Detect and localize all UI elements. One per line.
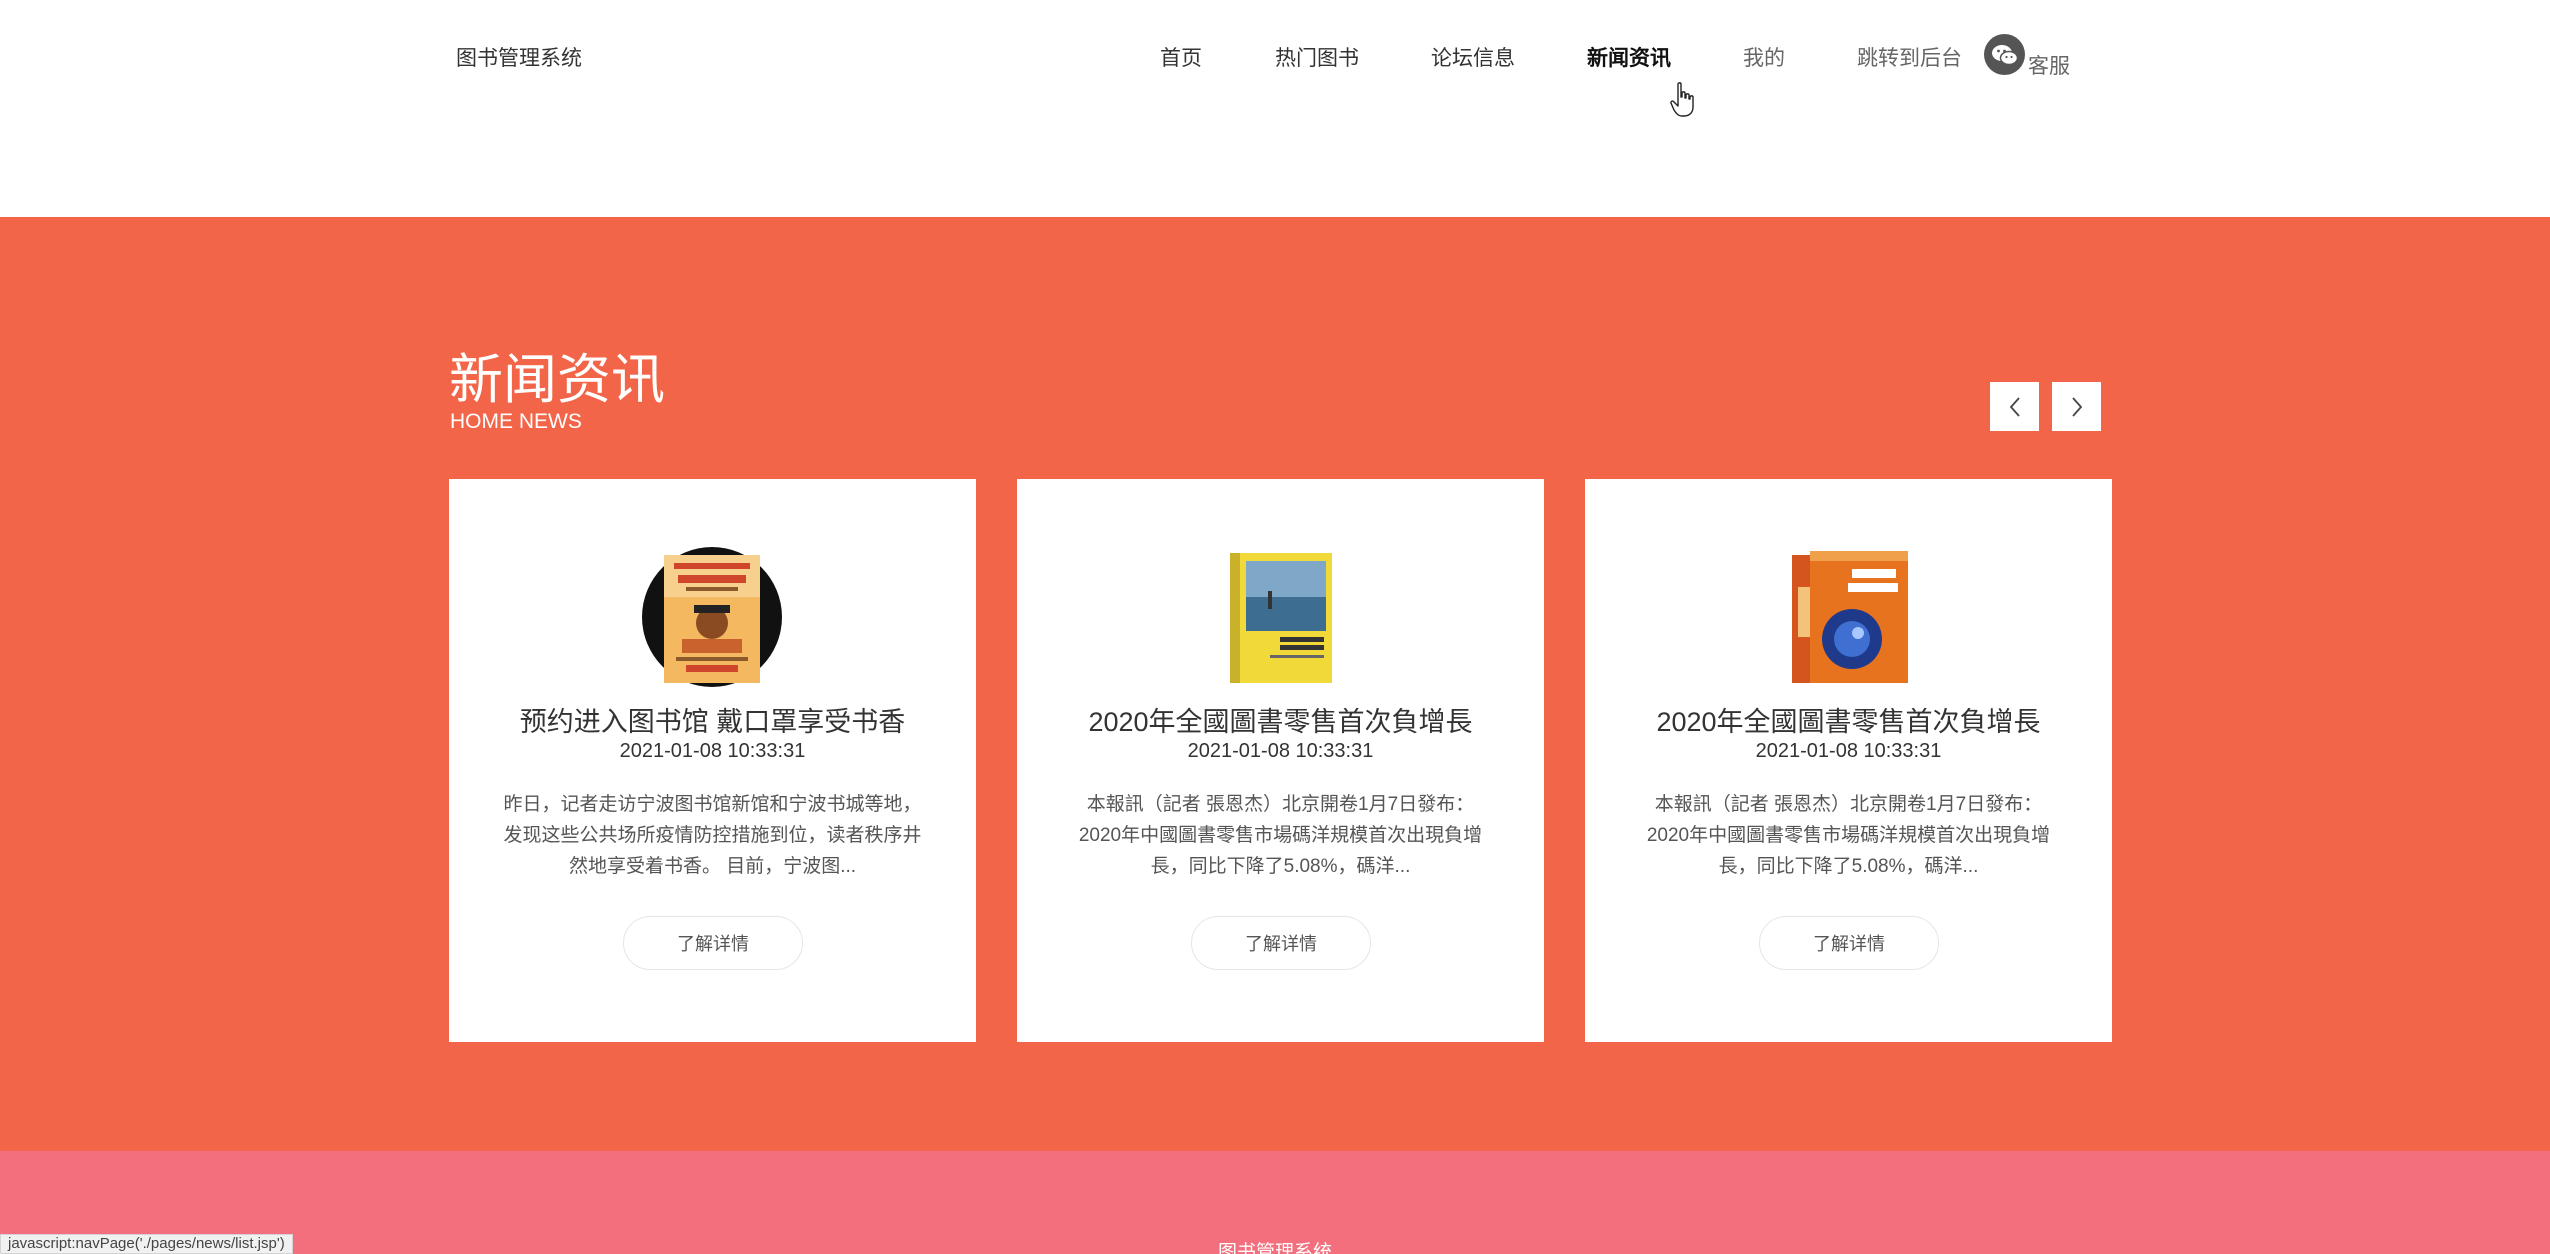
news-title[interactable]: 2020年全國圖書零售首次負增長 [1017,700,1544,739]
news-card[interactable]: 2020年全國圖書零售首次負增長 2021-01-08 10:33:31 本報訊… [1017,479,1544,1042]
news-excerpt: 昨日，记者走访宁波图书馆新馆和宁波书城等地，发现这些公共场所疫情防控措施到位，读… [503,794,922,877]
footer-brand: 图书管理系统 [1217,1242,1332,1254]
nav-admin[interactable]: 跳转到后台 [1857,42,1962,72]
news-excerpt: 本報訊（記者 張恩杰）北京開卷1月7日發布：2020年中國圖書零售市場碼洋規模首… [1078,794,1483,877]
news-thumbnail[interactable] [642,547,782,687]
news-date: 2021-01-08 10:33:31 [1187,740,1374,762]
read-more-button[interactable]: 了解详情 [1191,916,1371,970]
browser-status-bar: javascript:navPage('./pages/news/list.js… [0,1234,293,1254]
section-title: 新闻资讯 [449,350,665,410]
main-nav: 首页 热门图书 论坛信息 新闻资讯 我的 跳转到后台 [1160,42,1962,72]
news-thumbnail[interactable] [1778,547,1918,687]
site-brand[interactable]: 图书管理系统 [456,42,582,72]
top-header: 图书管理系统 首页 热门图书 论坛信息 新闻资讯 我的 跳转到后台 客服 [0,0,2550,217]
news-date: 2021-01-08 10:33:31 [619,740,806,762]
read-more-button[interactable]: 了解详情 [623,916,803,970]
wechat-icon[interactable] [1984,34,2025,75]
news-thumbnail[interactable] [1210,547,1350,687]
section-subtitle: HOME NEWS [450,410,582,433]
customer-service-label[interactable]: 客服 [2028,50,2070,80]
page-footer: 图书管理系统 [0,1151,2550,1254]
carousel-prev-button[interactable] [1990,382,2039,431]
news-card[interactable]: 2020年全國圖書零售首次負增長 2021-01-08 10:33:31 本報訊… [1585,479,2112,1042]
nav-mine[interactable]: 我的 [1743,42,1785,72]
customer-service[interactable]: 客服 [1984,34,2070,78]
news-section: 新闻资讯 HOME NEWS 预约进入图书馆 戴口罩享受书香 2021-01-0… [0,217,2550,1151]
nav-news[interactable]: 新闻资讯 [1587,42,1671,72]
hand-pointer-icon [1670,82,1694,117]
news-title[interactable]: 预约进入图书馆 戴口罩享受书香 [449,700,976,739]
chevron-right-icon [2071,396,2082,417]
news-title[interactable]: 2020年全國圖書零售首次負增長 [1585,700,2112,739]
read-more-button[interactable]: 了解详情 [1759,916,1939,970]
news-date: 2021-01-08 10:33:31 [1755,740,1942,762]
nav-hot-books[interactable]: 热门图书 [1275,42,1359,72]
nav-home[interactable]: 首页 [1160,42,1202,72]
news-card[interactable]: 预约进入图书馆 戴口罩享受书香 2021-01-08 10:33:31 昨日，记… [449,479,976,1042]
chevron-left-icon [2009,396,2020,417]
nav-forum[interactable]: 论坛信息 [1431,42,1515,72]
news-excerpt: 本報訊（記者 張恩杰）北京開卷1月7日發布：2020年中國圖書零售市場碼洋規模首… [1646,794,2051,877]
carousel-next-button[interactable] [2052,382,2101,431]
